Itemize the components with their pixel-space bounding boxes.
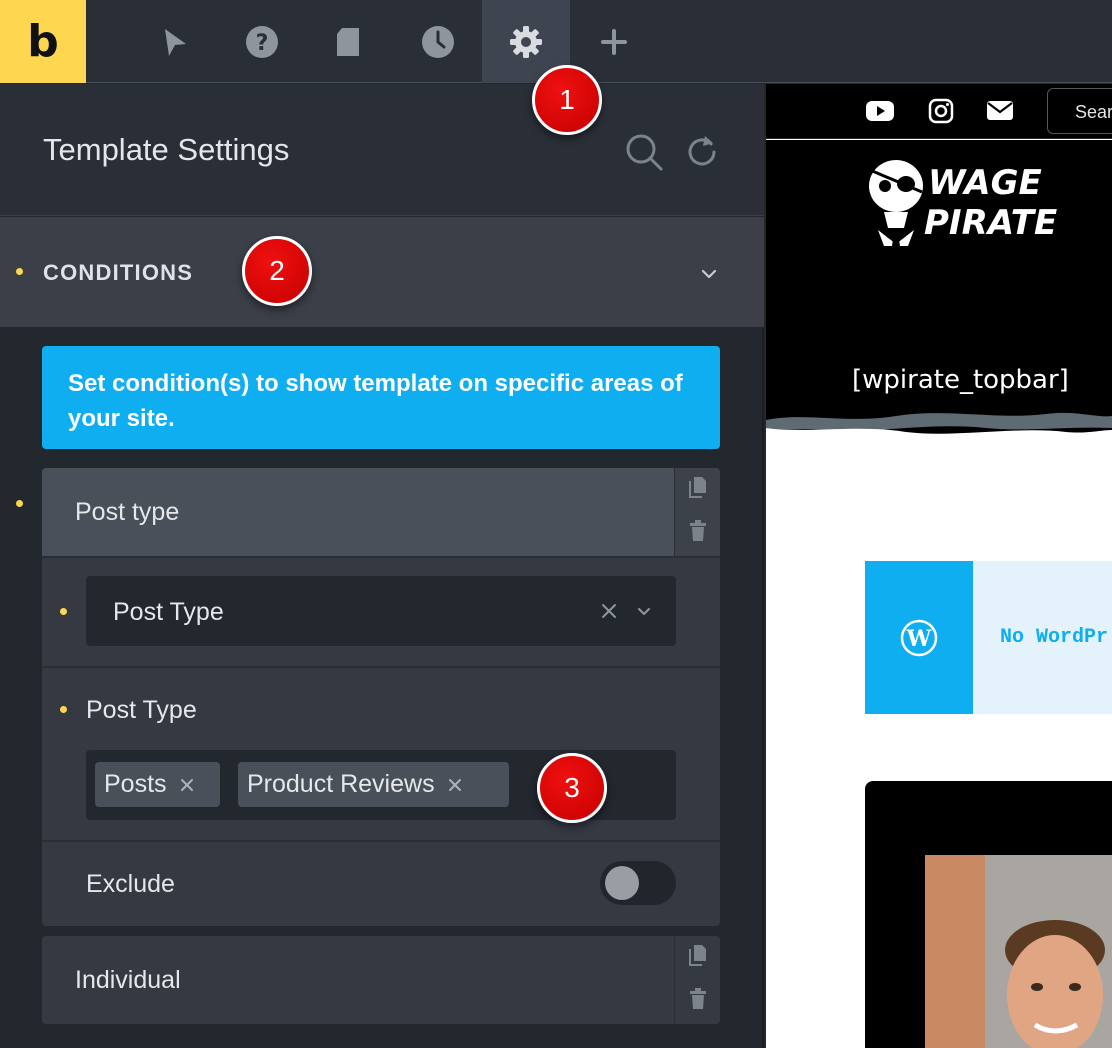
pointer-icon bbox=[165, 28, 186, 56]
topbar-shortcode-text: [wpirate_topbar] bbox=[852, 365, 1069, 395]
page-icon bbox=[337, 27, 359, 56]
post-type-field-label: Post Type bbox=[86, 696, 197, 724]
tag-product-reviews: Product Reviews bbox=[238, 762, 509, 807]
brush-edge bbox=[766, 412, 1112, 448]
condition-group-individual: Individual bbox=[42, 936, 720, 1024]
callout-badge-2: 2 bbox=[242, 236, 312, 306]
tag-label: Product Reviews bbox=[247, 770, 435, 798]
clear-icon[interactable] bbox=[601, 603, 617, 619]
duplicate-icon[interactable] bbox=[688, 944, 708, 966]
modified-dot bbox=[16, 268, 23, 275]
gear-icon bbox=[510, 25, 542, 58]
plus-icon bbox=[601, 28, 627, 55]
history-icon bbox=[422, 25, 454, 58]
condition-group-label: Individual bbox=[75, 966, 181, 994]
modified-dot bbox=[60, 608, 67, 615]
wordpress-icon-box: W bbox=[865, 561, 973, 714]
search-placeholder: Sear bbox=[1075, 102, 1112, 122]
email-icon[interactable] bbox=[986, 98, 1014, 122]
skull-icon bbox=[869, 160, 923, 246]
panel-header: Template Settings bbox=[0, 84, 764, 216]
condition-group-post-type: Post type Post Type Post Type Posts Prod… bbox=[42, 468, 720, 926]
condition-group-actions bbox=[674, 468, 720, 556]
toggle-knob bbox=[605, 866, 639, 900]
svg-text:PIRATE: PIRATE bbox=[924, 203, 1057, 243]
instagram-icon[interactable] bbox=[928, 98, 954, 124]
youtube-icon[interactable] bbox=[865, 98, 895, 124]
tag-posts: Posts bbox=[95, 762, 220, 807]
pointer-button[interactable] bbox=[130, 0, 218, 83]
chevron-down-icon[interactable] bbox=[698, 263, 720, 285]
duplicate-icon[interactable] bbox=[688, 476, 708, 498]
help-button[interactable]: ? bbox=[218, 0, 306, 83]
trash-icon[interactable] bbox=[688, 988, 708, 1010]
post-type-select[interactable]: Post Type bbox=[86, 576, 676, 646]
pages-button[interactable] bbox=[306, 0, 394, 83]
modified-dot bbox=[16, 500, 23, 507]
modified-dot bbox=[60, 706, 67, 713]
condition-group-actions bbox=[674, 936, 720, 1024]
divider bbox=[42, 556, 720, 558]
remove-tag-icon[interactable] bbox=[447, 777, 463, 793]
trash-icon[interactable] bbox=[688, 520, 708, 542]
preview-topbar: Sear bbox=[766, 84, 1112, 139]
conditions-info-notice: Set condition(s) to show template on spe… bbox=[42, 346, 720, 449]
person-photo-icon bbox=[925, 855, 1112, 1048]
profile-photo bbox=[925, 855, 1112, 1048]
svg-text:?: ? bbox=[256, 31, 269, 56]
chevron-down-icon[interactable] bbox=[635, 602, 653, 620]
conditions-title: CONDITIONS bbox=[43, 260, 194, 285]
conditions-section-header[interactable]: CONDITIONS bbox=[0, 217, 764, 327]
settings-panel: Template Settings CONDITIONS Set conditi… bbox=[0, 84, 764, 1048]
wordpress-notice-text: No WordPr bbox=[1000, 626, 1109, 649]
page-title: Template Settings bbox=[43, 132, 290, 167]
divider bbox=[42, 666, 720, 668]
condition-group-header[interactable]: Post type bbox=[42, 468, 674, 556]
exclude-toggle[interactable] bbox=[600, 861, 676, 905]
help-icon: ? bbox=[246, 25, 278, 58]
site-preview: Sear WAGE PIRATE [wpirate_topbar] W No W… bbox=[766, 84, 1112, 1048]
wordpress-icon: W bbox=[900, 619, 938, 657]
wordpress-notice: W No WordPr bbox=[865, 561, 1112, 714]
callout-badge-1: 1 bbox=[532, 65, 602, 135]
preview-search-input[interactable]: Sear bbox=[1047, 88, 1112, 134]
preview-card bbox=[865, 781, 1112, 1048]
search-icon[interactable] bbox=[624, 132, 664, 172]
refresh-icon[interactable] bbox=[684, 132, 720, 168]
condition-group-header[interactable]: Individual bbox=[42, 936, 674, 1024]
callout-badge-3: 3 bbox=[537, 753, 607, 823]
tag-label: Posts bbox=[104, 770, 167, 798]
history-button[interactable] bbox=[394, 0, 482, 83]
divider bbox=[42, 840, 720, 842]
remove-tag-icon[interactable] bbox=[179, 777, 195, 793]
condition-group-label: Post type bbox=[75, 498, 180, 526]
svg-text:W: W bbox=[906, 626, 932, 652]
preview-header: WAGE PIRATE [wpirate_topbar] bbox=[766, 140, 1112, 448]
site-logo[interactable]: WAGE PIRATE bbox=[864, 152, 1069, 246]
builder-logo[interactable]: b bbox=[0, 0, 86, 83]
svg-text:WAGE: WAGE bbox=[928, 163, 1042, 203]
exclude-label: Exclude bbox=[86, 870, 175, 898]
select-value: Post Type bbox=[113, 598, 224, 626]
